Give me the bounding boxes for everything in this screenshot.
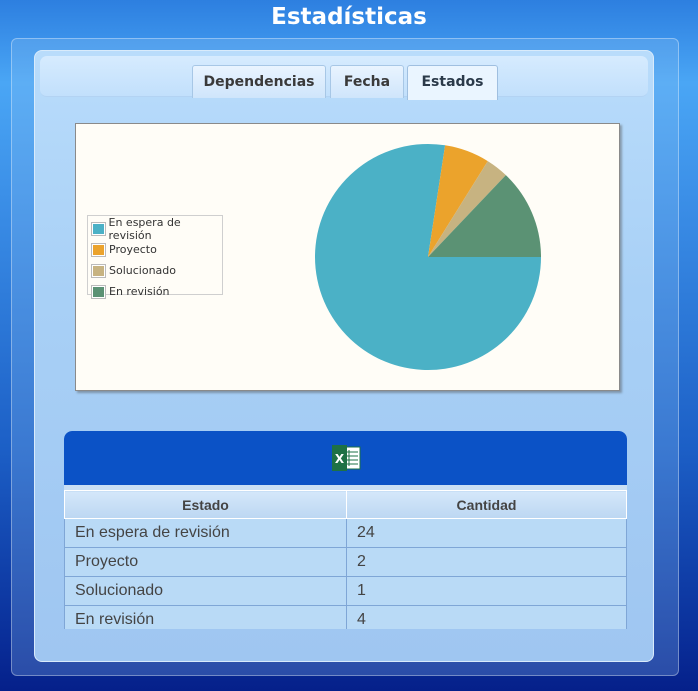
legend-label: En espera de revisión	[108, 215, 181, 242]
cell-cantidad: 4	[346, 605, 627, 629]
estado-table: Estado Cantidad En espera de revisión 24…	[64, 490, 627, 629]
table-row: Solucionado 1	[64, 576, 627, 606]
column-header-estado[interactable]: Estado	[64, 490, 347, 519]
statistics-panel: Dependencias Fecha Estados En espera de …	[34, 50, 654, 662]
pie-chart: En espera de revisión Proyecto Soluciona…	[75, 123, 620, 391]
tab-estados[interactable]: Estados	[407, 65, 498, 100]
cell-estado: En revisión	[64, 605, 347, 629]
table-row: Proyecto 2	[64, 547, 627, 577]
cell-cantidad: 1	[346, 576, 627, 606]
tab-bar: Dependencias Fecha Estados	[40, 56, 648, 100]
table-row: En espera de revisión 24	[64, 518, 627, 548]
tab-fecha[interactable]: Fecha	[330, 65, 404, 98]
tab-dependencias[interactable]: Dependencias	[192, 65, 326, 98]
legend-label: Proyecto	[109, 243, 157, 256]
legend-swatch-solucionado	[92, 264, 105, 277]
column-header-cantidad[interactable]: Cantidad	[346, 490, 627, 519]
chart-legend: En espera de revisión Proyecto Soluciona…	[87, 215, 223, 298]
cell-cantidad: 24	[346, 518, 627, 548]
excel-icon[interactable]: X	[331, 444, 361, 472]
cell-estado: Solucionado	[64, 576, 347, 606]
legend-swatch-proyecto	[92, 243, 105, 256]
cell-estado: En espera de revisión	[64, 518, 347, 548]
legend-label: Solucionado	[109, 264, 176, 277]
legend-item-en-revision: En revisión	[88, 281, 222, 302]
table-header-row: Estado Cantidad	[64, 490, 627, 519]
legend-swatch-en-espera	[92, 222, 105, 235]
cell-cantidad: 2	[346, 547, 627, 577]
estado-table-box: X Estado Cantidad En espera de revisión …	[64, 431, 627, 629]
legend-swatch-en-revision	[92, 285, 105, 298]
legend-label: En revisión	[109, 285, 170, 298]
table-row: En revisión 4	[64, 605, 627, 629]
page-title: Estadísticas	[271, 4, 427, 30]
legend-item-en-espera: En espera de revisión	[88, 215, 222, 242]
legend-item-proyecto: Proyecto	[88, 239, 222, 260]
excel-icon-letter: X	[334, 452, 344, 466]
legend-item-solucionado: Solucionado	[88, 260, 222, 281]
table-header-bar: X	[64, 431, 627, 485]
cell-estado: Proyecto	[64, 547, 347, 577]
